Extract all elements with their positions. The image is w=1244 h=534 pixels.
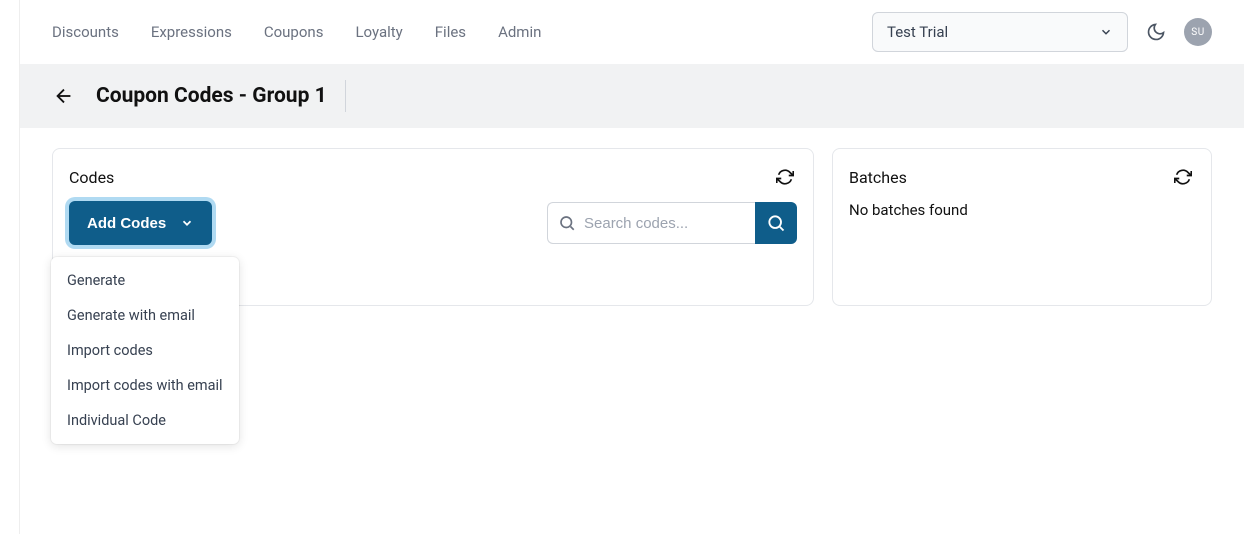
batches-card-header: Batches: [849, 165, 1195, 189]
arrow-left-icon: [53, 85, 75, 107]
back-button[interactable]: [52, 84, 76, 108]
codes-title: Codes: [69, 168, 114, 187]
topbar-right: Test Trial SU: [872, 12, 1212, 52]
refresh-icon: [1174, 168, 1192, 186]
theme-toggle[interactable]: [1144, 20, 1168, 44]
search-icon: [558, 214, 576, 232]
account-selector[interactable]: Test Trial: [872, 12, 1128, 52]
content: Codes Add Codes Generate Generate with e…: [20, 128, 1244, 326]
nav-files[interactable]: Files: [435, 23, 466, 41]
avatar[interactable]: SU: [1184, 18, 1212, 46]
topbar: Discounts Expressions Coupons Loyalty Fi…: [20, 0, 1244, 64]
codes-search-input[interactable]: [584, 215, 745, 232]
chevron-down-icon: [1099, 25, 1113, 39]
search-icon: [766, 213, 786, 233]
moon-icon: [1146, 22, 1166, 42]
codes-card: Codes Add Codes Generate Generate with e…: [52, 148, 814, 306]
dropdown-import-codes[interactable]: Import codes: [51, 333, 239, 368]
batches-card: Batches No batches found: [832, 148, 1212, 306]
add-codes-wrapper: Add Codes Generate Generate with email I…: [69, 201, 212, 245]
main-nav: Discounts Expressions Coupons Loyalty Fi…: [52, 23, 872, 41]
sidebar-spacer: [0, 0, 20, 534]
page-header: Coupon Codes - Group 1: [20, 64, 1244, 128]
dropdown-generate-with-email[interactable]: Generate with email: [51, 298, 239, 333]
batches-empty-text: No batches found: [849, 201, 1195, 219]
refresh-icon: [776, 168, 794, 186]
codes-controls: Add Codes Generate Generate with email I…: [69, 201, 797, 245]
nav-expressions[interactable]: Expressions: [151, 23, 232, 41]
codes-card-header: Codes: [69, 165, 797, 189]
dropdown-import-codes-with-email[interactable]: Import codes with email: [51, 368, 239, 403]
nav-loyalty[interactable]: Loyalty: [355, 23, 402, 41]
add-codes-button[interactable]: Add Codes: [69, 201, 212, 245]
add-codes-dropdown: Generate Generate with email Import code…: [51, 257, 239, 444]
batches-refresh-button[interactable]: [1171, 165, 1195, 189]
batches-title: Batches: [849, 168, 907, 187]
chevron-down-icon: [180, 216, 194, 230]
codes-refresh-button[interactable]: [773, 165, 797, 189]
nav-coupons[interactable]: Coupons: [264, 23, 324, 41]
codes-search-group: [547, 202, 797, 244]
codes-search-wrap: [547, 202, 755, 244]
nav-admin[interactable]: Admin: [498, 23, 541, 41]
dropdown-generate[interactable]: Generate: [51, 263, 239, 298]
codes-search-button[interactable]: [755, 202, 797, 244]
add-codes-label: Add Codes: [87, 215, 166, 232]
page-title: Coupon Codes - Group 1: [96, 80, 346, 112]
nav-discounts[interactable]: Discounts: [52, 23, 119, 41]
account-selected-label: Test Trial: [887, 23, 948, 41]
dropdown-individual-code[interactable]: Individual Code: [51, 403, 239, 438]
